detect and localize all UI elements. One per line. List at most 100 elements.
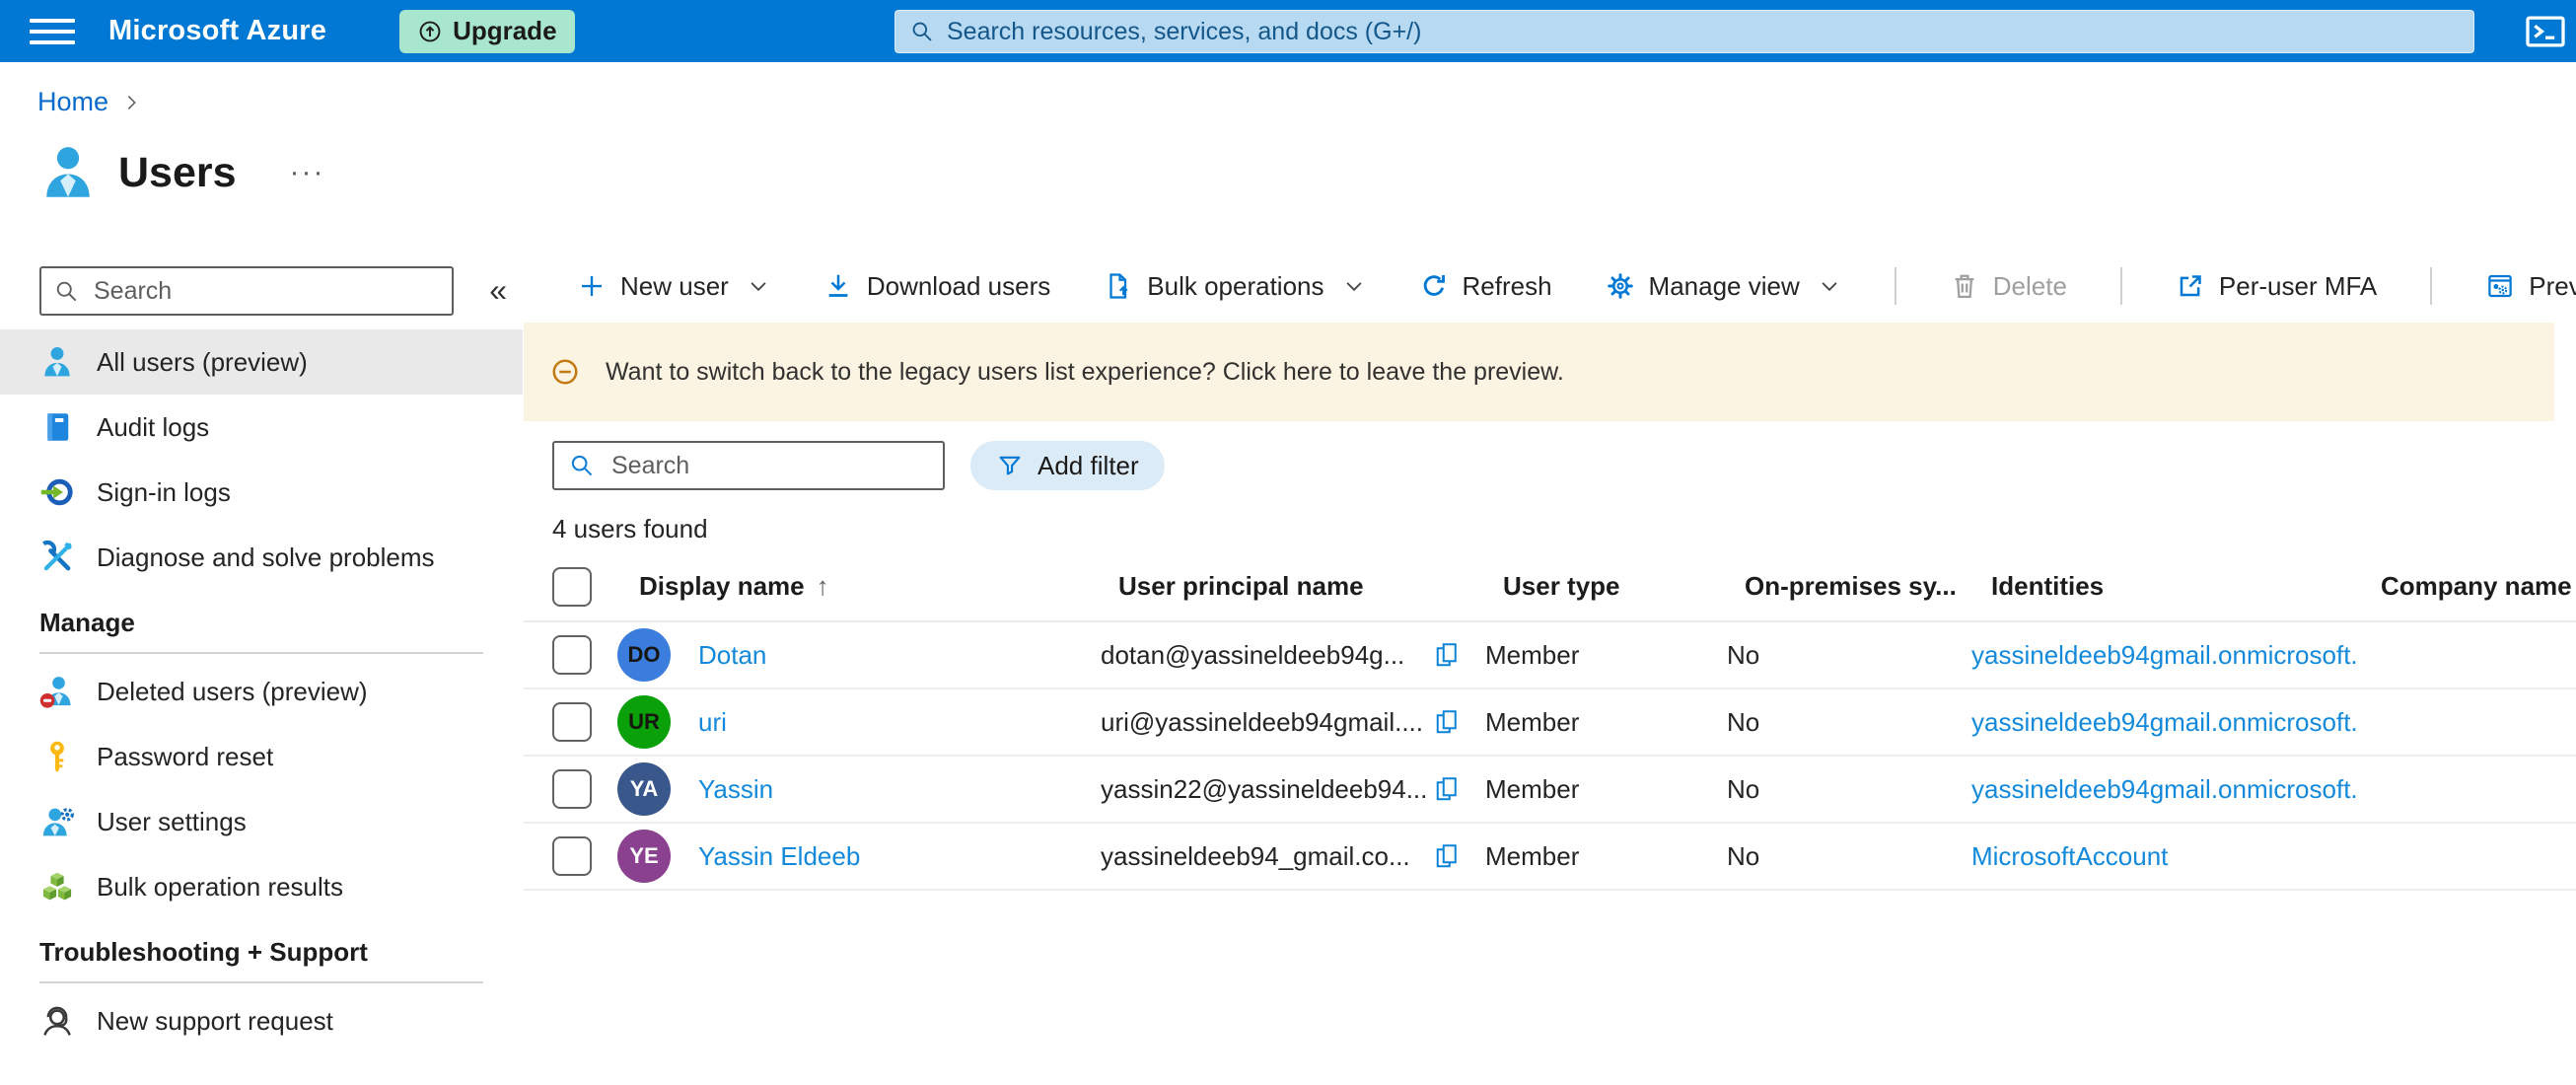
sidebar-item-label: Sign-in logs xyxy=(97,476,231,507)
table-row[interactable]: UR uri uri@yassineldeeb94gmail.... Membe… xyxy=(524,689,2576,757)
column-header-upn[interactable]: User principal name xyxy=(1097,571,1481,602)
table-row[interactable]: YA Yassin yassin22@yassineldeeb94... Mem… xyxy=(524,757,2576,824)
per-user-mfa-button[interactable]: Per-user MFA xyxy=(2176,271,2377,302)
sidebar-item-label: New support request xyxy=(97,1005,333,1036)
row-checkbox[interactable] xyxy=(552,769,592,809)
copy-icon[interactable] xyxy=(1432,640,1462,670)
table-row[interactable]: YE Yassin Eldeeb yassineldeeb94_gmail.co… xyxy=(524,824,2576,891)
user-display-name-link[interactable]: Yassin Eldeeb xyxy=(698,841,860,872)
sidebar-item-sign-in-logs[interactable]: Sign-in logs xyxy=(0,460,523,525)
user-display-name-link[interactable]: uri xyxy=(698,707,727,738)
delete-button[interactable]: Delete xyxy=(1950,271,2067,302)
bulk-operations-button[interactable]: Bulk operations xyxy=(1104,271,1365,302)
filter-row: Add filter xyxy=(552,441,2576,490)
refresh-icon xyxy=(1423,275,1445,296)
tools-icon xyxy=(42,540,72,571)
trash-icon xyxy=(1955,274,1974,298)
users-table: Display name ↑ User principal name User t… xyxy=(524,552,2576,891)
sidebar-item-label: All users (preview) xyxy=(97,346,308,377)
audit-log-book-icon xyxy=(47,413,69,441)
user-type: Member xyxy=(1485,706,1580,737)
copy-icon[interactable] xyxy=(1432,707,1462,737)
copy-icon[interactable] xyxy=(1432,841,1462,871)
sidebar-search-input[interactable] xyxy=(92,275,440,307)
sidebar-item-deleted-users[interactable]: Deleted users (preview) xyxy=(0,659,523,724)
deleted-user-icon xyxy=(39,677,71,708)
sidebar-item-diagnose[interactable]: Diagnose and solve problems xyxy=(0,525,523,590)
sidebar-collapse-button[interactable]: « xyxy=(489,272,507,309)
column-header-on-premises[interactable]: On-premises sy... xyxy=(1723,571,1969,602)
cloud-shell-icon xyxy=(2526,16,2565,47)
sidebar-item-audit-logs[interactable]: Audit logs xyxy=(0,395,523,460)
sidebar-item-all-users[interactable]: All users (preview) xyxy=(0,329,523,395)
copy-icon[interactable] xyxy=(1432,774,1462,804)
refresh-button[interactable]: Refresh xyxy=(1419,271,1552,302)
sidebar-section-support: Troubleshooting + Support xyxy=(39,936,368,967)
sidebar: « All users (preview) Audit logs xyxy=(0,254,523,1085)
search-icon xyxy=(571,455,593,476)
cubes-icon xyxy=(42,872,72,901)
select-all-checkbox[interactable] xyxy=(552,566,592,607)
sidebar-item-bulk-results[interactable]: Bulk operation results xyxy=(0,854,523,919)
user-display-name-link[interactable]: Yassin xyxy=(698,774,773,805)
row-checkbox[interactable] xyxy=(552,635,592,675)
plus-icon xyxy=(582,276,602,296)
toolbar-divider xyxy=(2430,267,2433,305)
page-header: Users ··· xyxy=(37,142,325,203)
brand-title[interactable]: Microsoft Azure xyxy=(108,15,326,47)
command-bar: New user Download users Bulk operations … xyxy=(524,254,2576,318)
results-count: 4 users found xyxy=(552,514,708,543)
identities-link[interactable]: MicrosoftAccount xyxy=(1971,841,2168,871)
arrow-up-circle-icon xyxy=(419,21,441,41)
upgrade-label: Upgrade xyxy=(453,16,557,45)
breadcrumb: Home xyxy=(37,87,142,117)
banner-message: Want to switch back to the legacy users … xyxy=(606,357,1564,386)
row-checkbox[interactable] xyxy=(552,836,592,876)
manage-view-button[interactable]: Manage view xyxy=(1606,271,1841,302)
page-overflow-button[interactable]: ··· xyxy=(290,156,325,189)
on-premises-sync: No xyxy=(1727,773,1760,804)
avatar: DO xyxy=(617,628,671,682)
sidebar-item-label: Diagnose and solve problems xyxy=(97,542,435,572)
sidebar-search-box xyxy=(39,266,454,316)
table-row[interactable]: DO Dotan dotan@yassineldeeb94g... Member… xyxy=(524,622,2576,689)
search-icon xyxy=(56,281,77,301)
search-icon xyxy=(912,22,932,41)
hamburger-menu-button[interactable] xyxy=(30,15,75,48)
breadcrumb-home-link[interactable]: Home xyxy=(37,87,108,117)
toolbar-divider xyxy=(1894,267,1896,305)
sidebar-nav: All users (preview) Audit logs Sign-in l… xyxy=(0,329,523,1053)
preview-features-button[interactable]: Preview features xyxy=(2485,271,2576,302)
global-search-input[interactable] xyxy=(945,16,2460,47)
toolbar-divider xyxy=(2119,267,2122,305)
on-premises-sync: No xyxy=(1727,639,1760,670)
sidebar-item-password-reset[interactable]: Password reset xyxy=(0,724,523,789)
key-icon xyxy=(50,741,64,772)
cloud-shell-button[interactable] xyxy=(2521,12,2570,51)
sidebar-item-label: Bulk operation results xyxy=(97,871,344,902)
add-filter-button[interactable]: Add filter xyxy=(970,441,1165,490)
sidebar-item-user-settings[interactable]: User settings xyxy=(0,789,523,854)
identities-link[interactable]: yassineldeeb94gmail.onmicrosoft. xyxy=(1971,774,2358,804)
preview-banner[interactable]: Want to switch back to the legacy users … xyxy=(524,323,2554,421)
chevron-down-icon xyxy=(751,282,766,292)
column-header-user-type[interactable]: User type xyxy=(1481,571,1723,602)
main-content: New user Download users Bulk operations … xyxy=(524,254,2576,1085)
column-header-display-name[interactable]: Display name ↑ xyxy=(617,571,1097,602)
list-search-input[interactable] xyxy=(609,450,929,481)
new-user-button[interactable]: New user xyxy=(577,271,770,302)
row-checkbox[interactable] xyxy=(552,702,592,742)
identities-link[interactable]: yassineldeeb94gmail.onmicrosoft. xyxy=(1971,640,2358,670)
download-users-button[interactable]: Download users xyxy=(823,271,1050,302)
chevron-down-icon xyxy=(1345,282,1362,292)
sidebar-item-label: User settings xyxy=(97,806,247,836)
divider xyxy=(39,981,483,983)
upgrade-button[interactable]: Upgrade xyxy=(399,9,575,53)
identities-link[interactable]: yassineldeeb94gmail.onmicrosoft. xyxy=(1971,707,2358,737)
sidebar-item-new-support-request[interactable]: New support request xyxy=(0,988,523,1053)
hamburger-icon xyxy=(30,18,75,23)
column-header-company-name[interactable]: Company name xyxy=(2359,571,2576,602)
user-display-name-link[interactable]: Dotan xyxy=(698,640,766,671)
column-header-identities[interactable]: Identities xyxy=(1969,571,2359,602)
divider xyxy=(39,652,483,654)
